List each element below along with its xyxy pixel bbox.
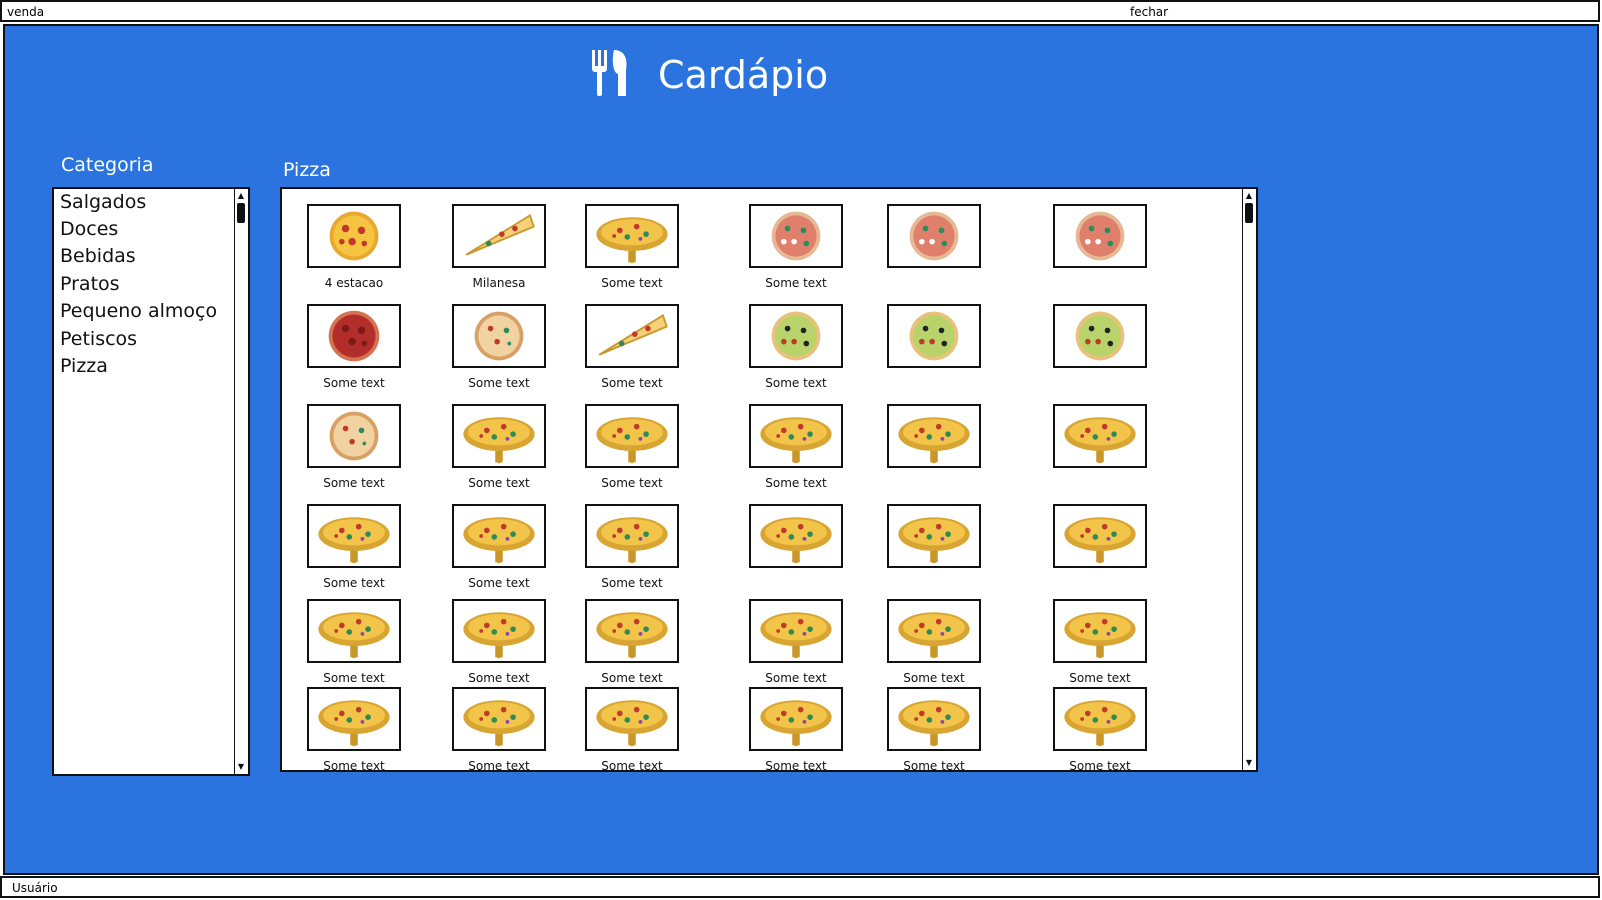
category-item-pratos[interactable]: Pratos: [60, 273, 120, 295]
menu-item-caption: Some text: [1069, 759, 1131, 773]
pizza-board-image[interactable]: [452, 599, 546, 663]
menu-item-caption: Some text: [765, 671, 827, 685]
menu-item-caption: Some text: [468, 671, 530, 685]
menu-item-caption: Some text: [765, 276, 827, 290]
pizza-board-image[interactable]: [585, 687, 679, 751]
category-item-pizza[interactable]: Pizza: [60, 355, 108, 377]
grid-scrollbar[interactable]: ▲ ▼: [1242, 189, 1256, 770]
pizza-board-image[interactable]: [1053, 687, 1147, 751]
pepperoni-pizza-image[interactable]: [307, 204, 401, 268]
menu-item-caption: Some text: [601, 671, 663, 685]
pizza-board-image[interactable]: [585, 204, 679, 268]
menu-item-caption: Some text: [601, 276, 663, 290]
menu-item-caption: Some text: [323, 671, 385, 685]
pizza-board-image[interactable]: [749, 404, 843, 468]
menu-item-caption: Some text: [323, 476, 385, 490]
cheese-pizza-image[interactable]: [452, 304, 546, 368]
category-item-pequeno-almoco[interactable]: Pequeno almoço: [60, 300, 217, 322]
pizza-board-image[interactable]: [307, 687, 401, 751]
menu-item-caption: Some text: [601, 759, 663, 773]
menu-item-caption: Some text: [765, 476, 827, 490]
veggie-pizza-image[interactable]: [749, 204, 843, 268]
menu-item-caption: Some text: [323, 376, 385, 390]
menu-item-caption: Some text: [323, 759, 385, 773]
veggie-pizza-image[interactable]: [1053, 204, 1147, 268]
pizza-board-image[interactable]: [307, 599, 401, 663]
menu-item-caption: Some text: [601, 376, 663, 390]
pizza-board-image[interactable]: [749, 687, 843, 751]
scroll-thumb[interactable]: [237, 203, 245, 223]
category-list[interactable]: Salgados Doces Bebidas Pratos Pequeno al…: [52, 187, 250, 776]
menu-item-caption: Some text: [601, 576, 663, 590]
menu-item-caption: Some text: [765, 376, 827, 390]
scroll-up-icon[interactable]: ▲: [236, 191, 246, 201]
pizza-slice-image[interactable]: [452, 204, 546, 268]
menu-item-caption: Some text: [468, 576, 530, 590]
menu-item-caption: Some text: [468, 759, 530, 773]
status-bar: Usuário: [0, 876, 1600, 898]
menu-item-caption: Some text: [323, 576, 385, 590]
menu-item-caption: Some text: [468, 376, 530, 390]
olive-pizza-image[interactable]: [749, 304, 843, 368]
pizza-board-image[interactable]: [585, 599, 679, 663]
pizza-board-image[interactable]: [749, 504, 843, 568]
pizza-board-image[interactable]: [452, 687, 546, 751]
menu-item-caption: Some text: [903, 671, 965, 685]
olive-pizza-image[interactable]: [887, 304, 981, 368]
scroll-up-icon[interactable]: ▲: [1244, 191, 1254, 201]
pizza-board-image[interactable]: [585, 404, 679, 468]
menu-item-caption: Some text: [601, 476, 663, 490]
pizza-slice-image[interactable]: [585, 304, 679, 368]
pizza-board-image[interactable]: [452, 504, 546, 568]
category-heading: Categoria: [61, 154, 154, 176]
scroll-thumb[interactable]: [1245, 203, 1253, 223]
title-bar: venda fechar: [0, 0, 1600, 22]
venda-label[interactable]: venda: [7, 3, 44, 21]
pizza-board-image[interactable]: [1053, 599, 1147, 663]
close-button[interactable]: fechar: [1130, 3, 1168, 21]
category-item-bebidas[interactable]: Bebidas: [60, 245, 136, 267]
menu-item-caption: Some text: [765, 759, 827, 773]
pizza-board-image[interactable]: [887, 599, 981, 663]
category-item-doces[interactable]: Doces: [60, 218, 118, 240]
section-heading: Pizza: [283, 159, 331, 181]
pizza-board-image[interactable]: [1053, 404, 1147, 468]
page-title: Cardápio: [658, 53, 829, 97]
pizza-board-image[interactable]: [452, 404, 546, 468]
veggie-pizza-image[interactable]: [887, 204, 981, 268]
menu-item-caption: Milanesa: [472, 276, 526, 290]
pizza-board-image[interactable]: [585, 504, 679, 568]
pizza-board-image[interactable]: [887, 404, 981, 468]
main-area: Cardápio Categoria Pizza Salgados Doces …: [3, 24, 1599, 875]
pizza-board-image[interactable]: [749, 599, 843, 663]
pizza-board-image[interactable]: [307, 504, 401, 568]
category-item-salgados[interactable]: Salgados: [60, 191, 146, 213]
pizza-board-image[interactable]: [887, 687, 981, 751]
salami-pizza-image[interactable]: [307, 304, 401, 368]
pizza-board-image[interactable]: [1053, 504, 1147, 568]
category-item-petiscos[interactable]: Petiscos: [60, 328, 137, 350]
utensils-icon: [590, 48, 630, 102]
menu-item-caption: Some text: [468, 476, 530, 490]
page-header: Cardápio: [590, 48, 828, 102]
menu-item-caption: Some text: [1069, 671, 1131, 685]
scroll-down-icon[interactable]: ▼: [1244, 758, 1254, 768]
olive-pizza-image[interactable]: [1053, 304, 1147, 368]
menu-item-caption: 4 estacao: [324, 276, 384, 290]
menu-item-caption: Some text: [903, 759, 965, 773]
user-label: Usuário: [12, 881, 58, 895]
pizza-grid: 4 estacao Milanesa Some text Some text Some …: [280, 187, 1258, 773]
cheese-pizza-image[interactable]: [307, 404, 401, 468]
scroll-down-icon[interactable]: ▼: [236, 762, 246, 772]
category-scrollbar[interactable]: ▲ ▼: [234, 189, 248, 774]
pizza-board-image[interactable]: [887, 504, 981, 568]
